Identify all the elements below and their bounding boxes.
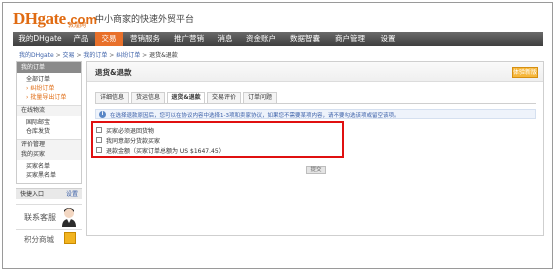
breadcrumb-link[interactable]: 纠纷订单 (116, 52, 140, 59)
breadcrumb-link[interactable]: 交易 (63, 52, 75, 59)
quick-entry-settings-link[interactable]: 设置 (66, 189, 78, 200)
page-title: 退货&退款 (95, 68, 132, 77)
tab-1[interactable]: 货运信息 (131, 92, 165, 103)
nav-item-2[interactable]: 交易 (95, 32, 123, 46)
nav-item-5[interactable]: 消息 (211, 32, 239, 46)
breadcrumb-separator: > (140, 52, 150, 59)
breadcrumb-current: 退货&退款 (149, 52, 178, 59)
gift-icon (64, 232, 76, 244)
annotation-highlight-box (91, 121, 344, 158)
sidebar: 我的订单 全部订单 › 纠纷订单 › 批量导出订单 在线物流 国际邮宝 仓库发货… (16, 61, 82, 268)
site-tagline: 中小商家的快速外贸平台 (95, 15, 195, 25)
nav-item-0[interactable]: 我的DHgate (13, 32, 67, 46)
contact-support-label: 联系客服 (24, 213, 56, 222)
info-text: 在选择退款原因后，您可以在协议内容中选择1-3项和卖家协议，如果您不需要某项内容… (110, 113, 400, 119)
tab-4[interactable]: 订单问题 (243, 92, 277, 103)
logo-cn: 敦煌网 (68, 22, 87, 29)
info-banner: i 在选择退款原因后，您可以在协议内容中选择1-3项和卖家协议，如果您不需要某项… (95, 109, 536, 119)
nav-item-9[interactable]: 设置 (373, 32, 403, 46)
contact-support[interactable]: 联系客服 (16, 204, 82, 227)
nav-item-8[interactable]: 商户管理 (327, 32, 373, 46)
sidebar-item-label: 批量导出订单 (30, 94, 67, 101)
sidebar-item-buyer-list[interactable]: 买家名单 (17, 162, 81, 171)
sidebar-item-label: 纠纷订单 (30, 85, 55, 92)
sidebar-item-dispute-orders[interactable]: › 纠纷订单 (17, 84, 81, 93)
nav-item-3[interactable]: 营销服务 (123, 32, 167, 46)
sidebar-header-reviews[interactable]: 评价管理 (17, 139, 81, 150)
sidebar-item-all-orders[interactable]: 全部订单 (17, 75, 81, 84)
support-agent-avatar (62, 208, 76, 227)
sidebar-item-buyer-blacklist[interactable]: 买家黑名单 (17, 171, 81, 180)
panel-header: 退货&退款 体验新版 (87, 62, 543, 82)
sidebar-item-batch-export[interactable]: › 批量导出订单 (17, 93, 81, 102)
tab-3[interactable]: 交易评价 (207, 92, 241, 103)
tabs-divider (95, 103, 536, 104)
breadcrumb-link[interactable]: 我的订单 (83, 52, 107, 59)
sidebar-header-logistics[interactable]: 在线物流 (17, 105, 81, 116)
nav-item-6[interactable]: 资金账户 (239, 32, 283, 46)
nav-item-1[interactable]: 产品 (67, 32, 95, 46)
breadcrumb-separator: > (53, 52, 63, 59)
sidebar-menu: 我的订单 全部订单 › 纠纷订单 › 批量导出订单 在线物流 国际邮宝 仓库发货… (16, 61, 82, 184)
tab-2[interactable]: 退货&退款 (167, 92, 205, 103)
browser-frame: DHgate .com 敦煌网 中小商家的快速外贸平台 我的DHgate 产品 交易… (2, 2, 553, 269)
tab-0[interactable]: 详细信息 (95, 92, 129, 103)
points-mall-label: 积分商城 (24, 235, 54, 244)
main-nav: 我的DHgate 产品 交易 营销服务 推广营销 消息 资金账户 数据智囊 商户管理 设置 (13, 32, 543, 46)
breadcrumb: 我的DHgate > 交易 > 我的订单 > 纠纷订单 > 退货&退款 (19, 50, 178, 59)
dhgate-logo[interactable]: DHgate .com 敦煌网 (13, 7, 97, 29)
sidebar-item-warehouse[interactable]: 仓库发货 (17, 127, 81, 136)
site-header: DHgate .com 敦煌网 中小商家的快速外贸平台 (3, 3, 552, 32)
logo-main: DHgate (13, 9, 66, 28)
submit-button[interactable]: 提交 (306, 166, 326, 174)
nav-item-7[interactable]: 数据智囊 (283, 32, 327, 46)
breadcrumb-link[interactable]: 我的DHgate (19, 52, 54, 59)
breadcrumb-separator: > (107, 52, 117, 59)
try-new-version-button[interactable]: 体验新版 (512, 67, 538, 78)
order-tabs: 详细信息 货运信息 退货&退款 交易评价 订单问题 (95, 92, 279, 103)
sidebar-header-buyers[interactable]: 我的买家 (17, 150, 81, 160)
nav-item-4[interactable]: 推广营销 (167, 32, 211, 46)
quick-entry: 快捷入口 设置 (16, 188, 82, 199)
info-icon: i (99, 111, 106, 118)
sidebar-item-intl-post[interactable]: 国际邮宝 (17, 118, 81, 127)
quick-entry-label: 快捷入口 (20, 191, 45, 198)
points-mall[interactable]: 积分商城 (16, 229, 82, 244)
sidebar-header-orders[interactable]: 我的订单 (17, 62, 81, 73)
